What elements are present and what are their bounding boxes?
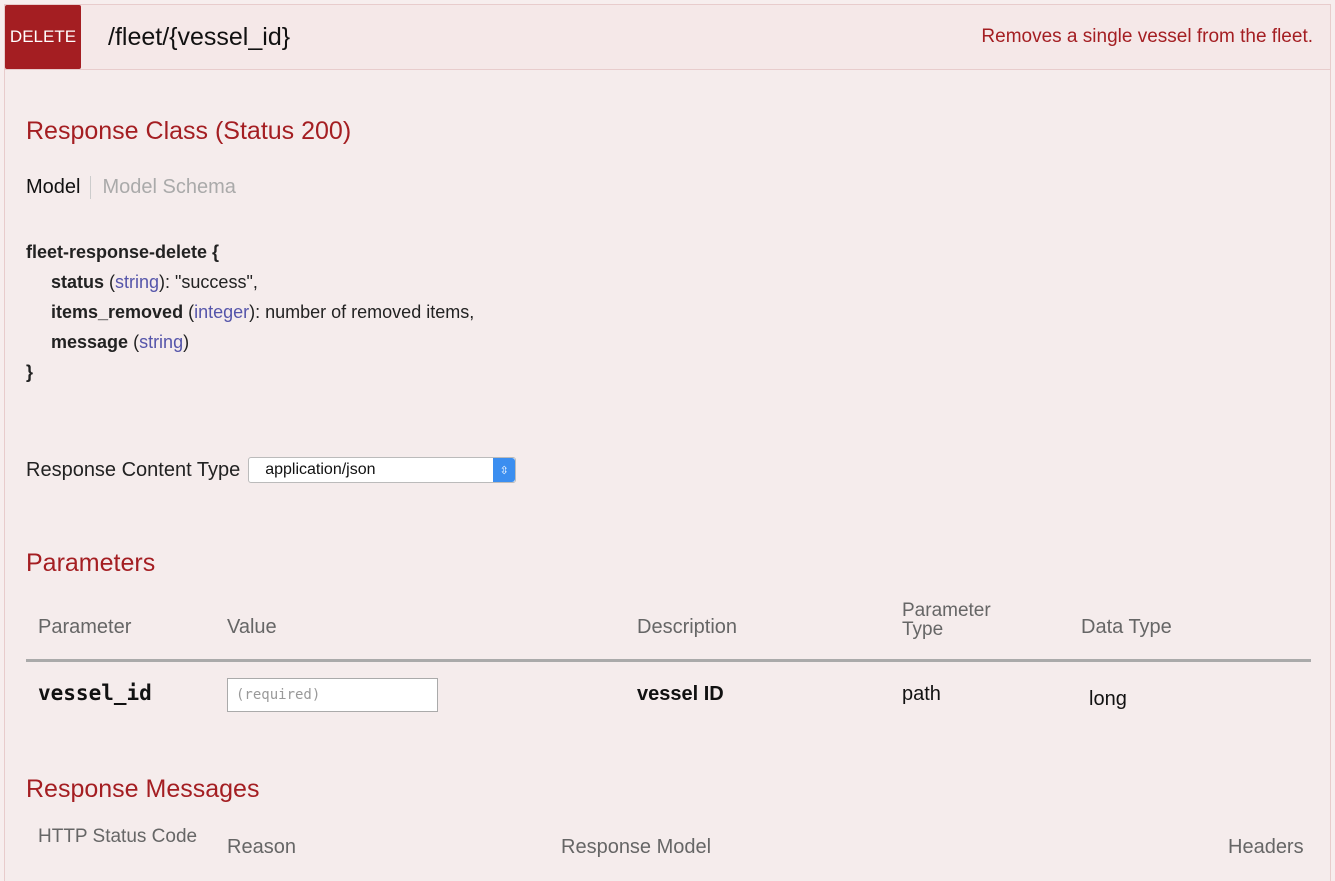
parameters-title: Parameters: [26, 549, 156, 577]
endpoint-summary[interactable]: Removes a single vessel from the fleet.: [981, 26, 1313, 48]
model-property: items_removed (integer): number of remov…: [51, 302, 475, 322]
col-description: Description: [637, 616, 738, 638]
model-name: fleet-response-delete {: [26, 242, 220, 262]
param-type: path: [902, 683, 941, 705]
operation-panel: DELETE /fleet/{vessel_id} Removes a sing…: [4, 4, 1331, 881]
col-headers: Headers: [1228, 836, 1304, 858]
http-method-badge[interactable]: DELETE: [5, 5, 81, 69]
model-tabs: Model Model Schema: [26, 176, 236, 199]
table-header-divider: [26, 659, 1311, 662]
tab-model-schema[interactable]: Model Schema: [91, 176, 235, 199]
property-name: message: [51, 332, 129, 352]
property-type-link[interactable]: string: [139, 332, 183, 352]
response-content-type: Response Content Type application/json ⇳: [26, 457, 517, 483]
content-type-select[interactable]: application/json ⇳: [248, 457, 517, 483]
property-type-link[interactable]: string: [115, 272, 159, 292]
col-data-type: Data Type: [1081, 616, 1172, 638]
property-description: : number of removed items,: [255, 302, 475, 322]
endpoint-path[interactable]: /fleet/{vessel_id}: [108, 23, 290, 52]
param-data-type: long: [1089, 688, 1127, 710]
col-parameter-type: Parameter Type: [902, 600, 991, 640]
response-content-type-label: Response Content Type: [26, 458, 241, 481]
vessel-id-input[interactable]: [227, 678, 438, 712]
closing-brace: }: [26, 362, 34, 382]
col-parameter: Parameter: [38, 616, 132, 638]
property-name: status: [51, 272, 105, 292]
tab-model[interactable]: Model: [26, 176, 92, 199]
param-description: vessel ID: [637, 683, 724, 705]
model-signature: fleet-response-delete { status (string):…: [26, 237, 474, 387]
model-property: message (string): [51, 332, 190, 352]
model-property: status (string): "success",: [51, 272, 258, 292]
col-reason: Reason: [227, 836, 296, 858]
col-value: Value: [227, 616, 277, 638]
content-type-value: application/json: [265, 461, 376, 478]
col-http-status-code: HTTP Status Code: [38, 826, 198, 847]
param-name-vessel-id: vessel_id: [38, 681, 152, 705]
response-messages-title: Response Messages: [26, 775, 260, 803]
property-description: : "success",: [165, 272, 258, 292]
col-response-model: Response Model: [561, 836, 712, 858]
select-arrows-icon: ⇳: [493, 458, 516, 482]
property-type-link[interactable]: integer: [194, 302, 249, 322]
property-name: items_removed: [51, 302, 184, 322]
operation-heading[interactable]: DELETE /fleet/{vessel_id} Removes a sing…: [5, 5, 1330, 70]
response-class-title: Response Class (Status 200): [26, 117, 352, 145]
